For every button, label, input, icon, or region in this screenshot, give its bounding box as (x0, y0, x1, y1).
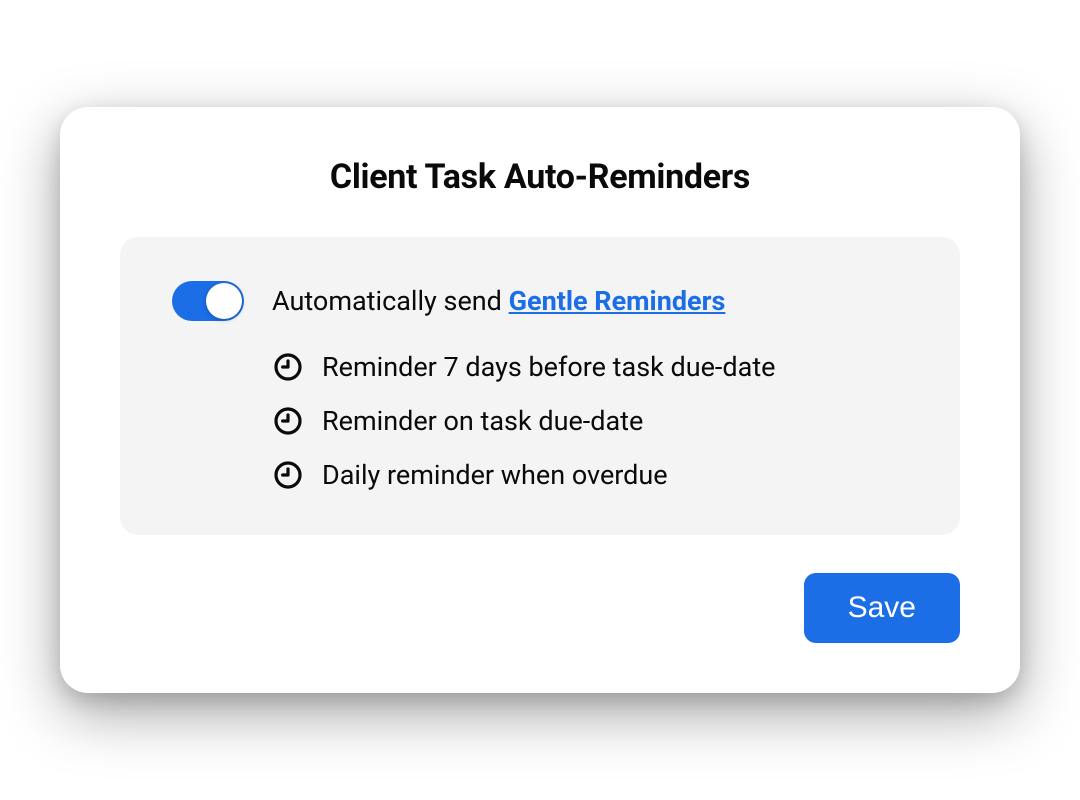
card-title: Client Task Auto-Reminders (120, 157, 960, 197)
auto-send-toggle[interactable] (172, 281, 244, 321)
gentle-reminders-link[interactable]: Gentle Reminders (509, 285, 726, 317)
card-footer: Save (120, 573, 960, 643)
auto-send-label: Automatically send Gentle Reminders (272, 285, 725, 317)
save-button[interactable]: Save (804, 573, 960, 643)
clock-icon (272, 459, 304, 491)
reminder-list: Reminder 7 days before task due-date Rem… (272, 351, 912, 491)
auto-send-row: Automatically send Gentle Reminders (172, 281, 912, 321)
settings-panel: Automatically send Gentle Reminders Remi… (120, 237, 960, 535)
reminder-text: Reminder 7 days before task due-date (322, 351, 775, 383)
reminders-card: Client Task Auto-Reminders Automatically… (60, 107, 1020, 693)
clock-icon (272, 351, 304, 383)
list-item: Reminder 7 days before task due-date (272, 351, 912, 383)
list-item: Reminder on task due-date (272, 405, 912, 437)
list-item: Daily reminder when overdue (272, 459, 912, 491)
toggle-knob (206, 283, 242, 319)
clock-icon (272, 405, 304, 437)
reminder-text: Daily reminder when overdue (322, 459, 668, 491)
reminder-text: Reminder on task due-date (322, 405, 643, 437)
auto-send-label-prefix: Automatically send (272, 285, 509, 317)
